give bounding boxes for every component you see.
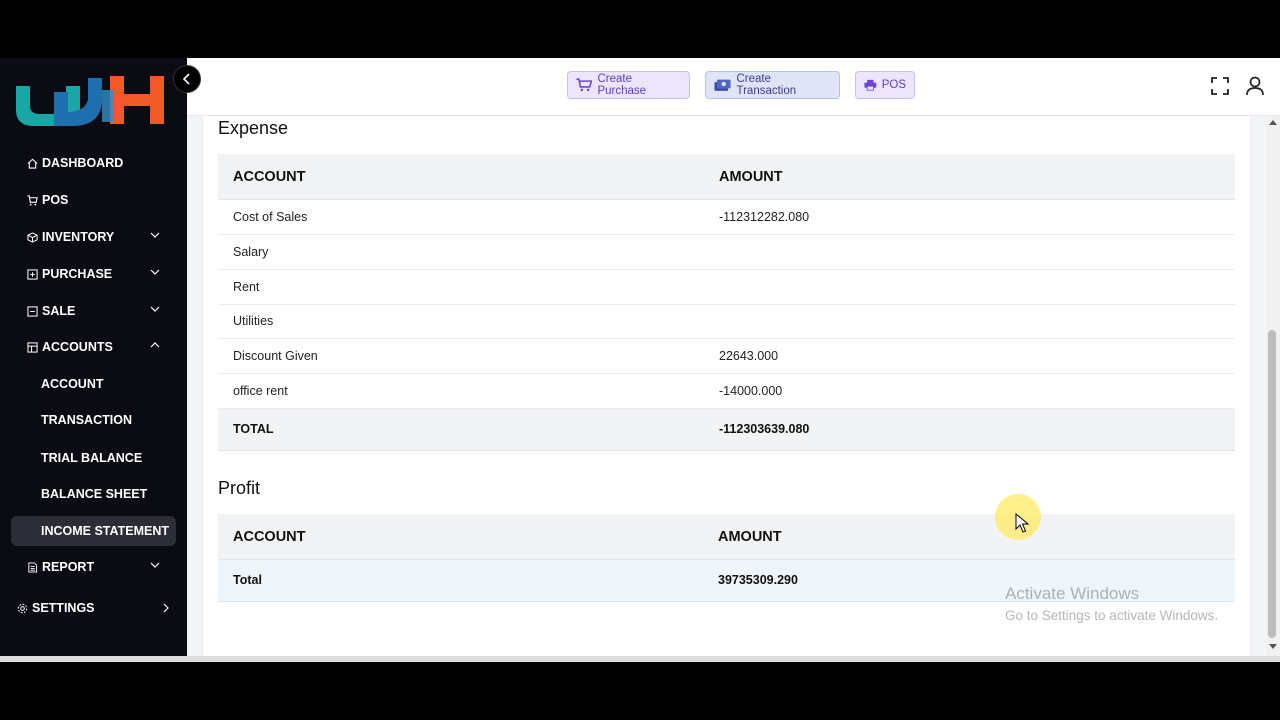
account-cell: office rent xyxy=(233,384,288,398)
sidebar-subitem-transaction[interactable]: TRANSACTION xyxy=(11,405,176,435)
expense-total-row: TOTAL -112303639.080 xyxy=(218,409,1235,451)
sidebar-item-label: REPORT xyxy=(42,560,95,574)
pos-button[interactable]: POS xyxy=(855,71,915,99)
create-transaction-button[interactable]: Create Transaction xyxy=(705,71,840,99)
column-header-account: ACCOUNT xyxy=(233,529,306,545)
column-header-amount: AMOUNT xyxy=(718,529,782,545)
sidebar: DASHBOARD POS INVENTORY PURCHASE SALE AC… xyxy=(0,58,187,656)
calculator-icon xyxy=(26,341,38,353)
chevron-down-icon xyxy=(150,562,160,568)
chevron-down-icon xyxy=(150,306,160,312)
sidebar-item-label: POS xyxy=(42,193,69,207)
sidebar-item-label: INVENTORY xyxy=(42,230,115,244)
create-transaction-label: Create Transaction xyxy=(736,73,797,97)
money-icon xyxy=(714,79,731,91)
account-cell: Rent xyxy=(233,280,260,294)
scroll-down-arrow-icon[interactable] xyxy=(1269,644,1277,650)
sidebar-item-sale[interactable]: SALE xyxy=(11,296,176,326)
minus-square-icon xyxy=(26,305,38,317)
create-purchase-button[interactable]: Create Purchase xyxy=(567,71,690,99)
sidebar-item-label: SALE xyxy=(42,304,76,318)
activate-windows-title: Activate Windows xyxy=(1005,584,1140,603)
mouse-pointer-icon xyxy=(1015,513,1029,533)
column-header-account: ACCOUNT xyxy=(233,169,306,185)
gear-icon xyxy=(16,602,28,614)
sidebar-collapse-button[interactable] xyxy=(173,65,201,93)
chevron-down-icon xyxy=(150,232,160,238)
chevron-up-icon xyxy=(150,342,160,348)
chevron-left-icon xyxy=(182,73,190,85)
amount-cell: -14000.000 xyxy=(719,384,783,398)
create-purchase-label: Create Purchase xyxy=(597,73,647,97)
video-letterbox-bottom xyxy=(0,662,1280,720)
income-statement-card: Expense ACCOUNT AMOUNT Cost of Sales -11… xyxy=(203,116,1250,662)
sidebar-subitem-balance-sheet[interactable]: BALANCE SHEET xyxy=(11,479,176,509)
document-icon xyxy=(26,561,38,573)
total-label: Total xyxy=(233,573,262,587)
pos-label: POS xyxy=(881,79,906,91)
total-amount: 39735309.290 xyxy=(718,573,798,587)
sidebar-subitem-trial-balance[interactable]: TRIAL BALANCE xyxy=(11,443,176,473)
table-row: Utilities xyxy=(218,304,1235,339)
app-window: DASHBOARD POS INVENTORY PURCHASE SALE AC… xyxy=(0,58,1280,662)
sidebar-item-label: SETTINGS xyxy=(32,601,95,615)
sidebar-item-report[interactable]: REPORT xyxy=(11,552,176,582)
account-cell: Salary xyxy=(233,245,269,259)
printer-icon xyxy=(864,79,877,91)
amount-cell: 22643.000 xyxy=(719,349,779,363)
table-row: Discount Given 22643.000 xyxy=(218,339,1235,374)
table-row: office rent -14000.000 xyxy=(218,374,1235,409)
chevron-right-icon xyxy=(163,603,169,613)
sidebar-item-inventory[interactable]: INVENTORY xyxy=(11,222,176,252)
brand-logo xyxy=(16,76,164,126)
table-row: Rent xyxy=(218,270,1235,305)
account-cell: Utilities xyxy=(233,314,274,328)
home-icon xyxy=(26,157,38,169)
user-icon[interactable] xyxy=(1246,76,1264,96)
total-label: TOTAL xyxy=(233,422,274,436)
account-cell: Discount Given xyxy=(233,349,318,363)
chevron-down-icon xyxy=(150,269,160,275)
cart-icon xyxy=(26,194,38,206)
column-header-amount: AMOUNT xyxy=(719,169,783,185)
sidebar-item-label: DASHBOARD xyxy=(42,156,124,170)
sidebar-subitem-income-statement[interactable]: INCOME STATEMENT xyxy=(11,516,176,546)
sidebar-item-label: ACCOUNTS xyxy=(42,340,113,354)
sidebar-item-pos[interactable]: POS xyxy=(11,185,176,215)
sidebar-item-label: PURCHASE xyxy=(42,267,113,281)
top-header: Create Purchase Create Transaction POS xyxy=(187,58,1280,116)
cart-plus-icon xyxy=(576,78,593,92)
account-cell: Cost of Sales xyxy=(233,210,308,224)
plus-square-icon xyxy=(26,268,38,280)
table-row: Cost of Sales -112312282.080 xyxy=(218,200,1235,235)
sidebar-item-settings[interactable]: SETTINGS xyxy=(0,593,187,623)
activate-windows-subtitle: Go to Settings to activate Windows. xyxy=(1005,608,1219,623)
fullscreen-icon[interactable] xyxy=(1211,77,1229,95)
sidebar-item-accounts[interactable]: ACCOUNTS xyxy=(11,332,176,362)
profit-table-header: ACCOUNT AMOUNT xyxy=(218,514,1235,560)
scrollbar-thumb[interactable] xyxy=(1268,330,1276,638)
sidebar-item-purchase[interactable]: PURCHASE xyxy=(11,259,176,289)
sidebar-subitem-account[interactable]: ACCOUNT xyxy=(11,369,176,399)
profit-title: Profit xyxy=(218,478,261,498)
expense-table-header: ACCOUNT AMOUNT xyxy=(218,154,1235,200)
video-letterbox-top xyxy=(0,0,1280,58)
expense-title: Expense xyxy=(218,118,289,138)
amount-cell: -112312282.080 xyxy=(719,210,810,224)
table-row: Salary xyxy=(218,235,1235,270)
cube-icon xyxy=(26,231,38,243)
scroll-up-arrow-icon[interactable] xyxy=(1269,119,1277,125)
total-amount: -112303639.080 xyxy=(719,422,810,436)
sidebar-item-dashboard[interactable]: DASHBOARD xyxy=(11,148,176,178)
